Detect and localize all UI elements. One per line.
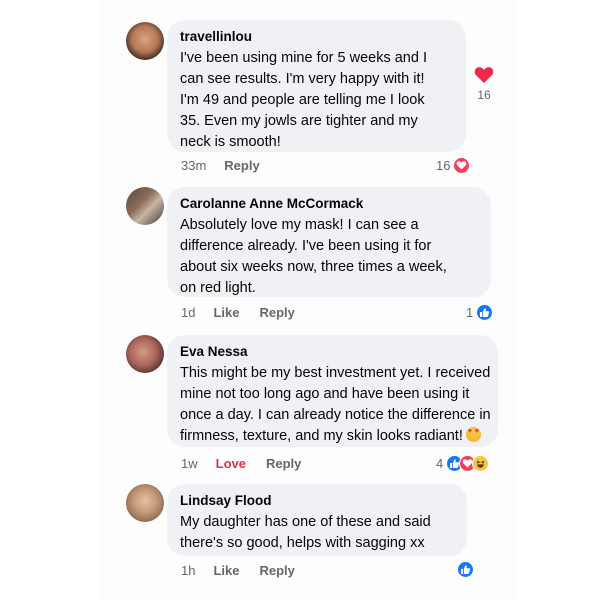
comment-line: mine not too long ago and have been usin…	[180, 386, 470, 402]
like-button[interactable]: Like	[213, 563, 239, 578]
comment-line: there's so good, helps with sagging xx	[180, 535, 425, 551]
comment-meta: 1w Love Reply	[181, 456, 321, 471]
comment-time[interactable]: 1w	[181, 456, 198, 471]
reply-button[interactable]: Reply	[259, 563, 294, 578]
comment-author[interactable]: Eva Nessa	[180, 344, 485, 360]
avatar[interactable]	[126, 484, 164, 522]
comment-line: about six weeks now, three times a week,	[180, 259, 447, 275]
comment-text: Absolutely love my mask! I can see a dif…	[180, 215, 478, 299]
comment-time[interactable]: 1h	[181, 563, 195, 578]
comment-text: This might be my best investment yet. I …	[180, 363, 491, 447]
haha-icon	[472, 455, 490, 472]
reaction-summary[interactable]: 16	[436, 157, 471, 174]
reply-button[interactable]: Reply	[266, 456, 301, 471]
comment-line: neck is smooth!	[180, 134, 281, 150]
comment-line-text: firmness, texture, and my skin looks rad…	[180, 428, 463, 444]
comment-line: 35. Even my jowls are tighter and my	[180, 113, 418, 129]
comment-time[interactable]: 33m	[181, 158, 206, 173]
reaction-summary[interactable]	[454, 561, 474, 578]
heart-icon[interactable]	[474, 66, 494, 84]
side-reaction-count: 16	[477, 88, 491, 102]
comment-bubble: Carolanne Anne McCormack Absolutely love…	[167, 187, 491, 297]
reaction-count: 1	[466, 305, 474, 320]
reaction-summary[interactable]: 1	[466, 304, 494, 321]
love-button[interactable]: Love	[216, 456, 246, 471]
comment-meta: 33m Reply	[181, 158, 280, 173]
comment-line: I've been using mine for 5 weeks and I	[180, 50, 427, 66]
comment-line: can see results. I'm very happy with it!	[180, 71, 425, 87]
avatar[interactable]	[126, 187, 164, 225]
avatar[interactable]	[126, 335, 164, 373]
like-icon	[457, 561, 474, 578]
reaction-count: 16	[436, 158, 451, 173]
avatar[interactable]	[126, 22, 164, 60]
comment-author[interactable]: Carolanne Anne McCormack	[180, 196, 478, 212]
comment-bubble: Lindsay Flood My daughter has one of the…	[167, 484, 467, 556]
reply-button[interactable]: Reply	[224, 158, 259, 173]
comment-text: I've been using mine for 5 weeks and I c…	[180, 48, 453, 153]
comment-author[interactable]: travellinlou	[180, 29, 453, 45]
reaction-summary[interactable]: 4	[436, 455, 490, 472]
comment-line: difference already. I've been using it f…	[180, 238, 432, 254]
side-reaction[interactable]: 16	[474, 66, 494, 102]
like-icon	[476, 304, 494, 321]
comment-line: Absolutely love my mask! I can see a	[180, 217, 419, 233]
comment-text: My daughter has one of these and said th…	[180, 512, 454, 554]
comment-meta: 1d Like Reply	[181, 305, 315, 320]
comment-line: once a day. I can already notice the dif…	[180, 407, 491, 423]
comment-line: This might be my best investment yet. I …	[180, 365, 491, 381]
comment-line: on red light.	[180, 280, 256, 296]
love-icon	[453, 157, 471, 174]
comment-author[interactable]: Lindsay Flood	[180, 493, 454, 509]
comment-bubble: travellinlou I've been using mine for 5 …	[167, 20, 466, 152]
comment-time[interactable]: 1d	[181, 305, 195, 320]
comment-meta: 1h Like Reply	[181, 563, 315, 578]
comment-line: firmness, texture, and my skin looks rad…	[180, 426, 485, 447]
comment-line: My daughter has one of these and said	[180, 514, 431, 530]
like-button[interactable]: Like	[213, 305, 239, 320]
heart-eyes-emoji-icon	[465, 427, 481, 442]
reply-button[interactable]: Reply	[259, 305, 294, 320]
comment-line: I'm 49 and people are telling me I look	[180, 92, 425, 108]
reaction-count: 4	[436, 456, 444, 471]
comment-bubble: Eva Nessa This might be my best investme…	[167, 335, 498, 447]
